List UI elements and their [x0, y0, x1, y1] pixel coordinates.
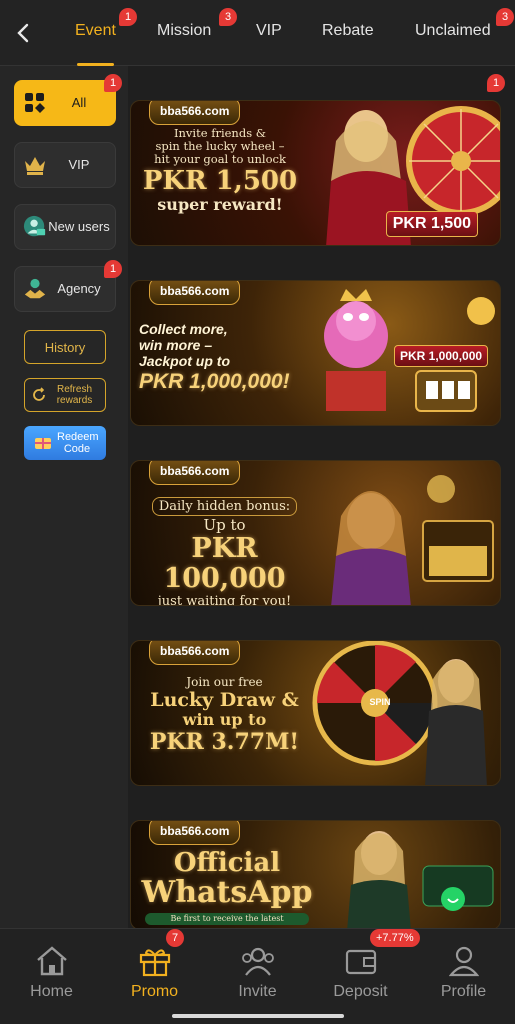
- back-button[interactable]: [10, 20, 36, 46]
- history-button[interactable]: History: [24, 330, 106, 364]
- banner-copy: Join our free Lucky Draw & win up to PKR…: [137, 675, 312, 755]
- banner-line: win more –: [139, 337, 213, 353]
- refresh-rewards-button[interactable]: Refresh rewards: [24, 378, 106, 412]
- top-navigation: Event 1 Mission 3 VIP Rebate Unclaimed 3: [0, 0, 515, 66]
- tab-mission[interactable]: Mission: [157, 22, 211, 66]
- banner-line: WhatsApp: [141, 875, 313, 910]
- banner-line: hit your goal to unlock: [154, 152, 286, 166]
- reward-tag: PKR 1,500: [385, 211, 478, 237]
- sidebar-item-all[interactable]: All: [14, 80, 116, 126]
- spin-label: SPIN: [369, 697, 391, 707]
- promo-page: Event 1 Mission 3 VIP Rebate Unclaimed 3…: [0, 0, 515, 1024]
- banner-line: Lucky Draw &: [150, 689, 299, 711]
- promo-banner-jackpot[interactable]: bba566.com Collect more, win more – Jack…: [130, 280, 501, 426]
- brand-logo: bba566.com: [149, 281, 241, 305]
- banner-line: Official: [173, 848, 281, 878]
- gift-card-icon: [35, 438, 51, 449]
- sidebar-item-label: VIP: [68, 157, 90, 172]
- tab-label: VIP: [256, 22, 282, 39]
- banner-amount: PKR 3.77M!: [149, 729, 300, 755]
- tab-vip[interactable]: VIP: [256, 22, 282, 66]
- banner-amount: PKR 1,000,000!: [139, 370, 290, 393]
- sidebar-item-label: All: [71, 95, 87, 110]
- nav-home[interactable]: Home: [0, 929, 103, 1009]
- agency-icon: [23, 277, 47, 301]
- reward-tag: PKR 1,000,000: [394, 345, 489, 367]
- tab-label: Mission: [157, 22, 212, 39]
- banner-illustration: [312, 641, 487, 785]
- sidebar-item-label: New users: [48, 219, 110, 234]
- banner-copy: Collect more, win more – Jackpot up to P…: [139, 321, 314, 395]
- banner-illustration: [347, 831, 494, 929]
- tab-mission-badge: 3: [219, 8, 237, 26]
- banner-line: Up to: [203, 516, 246, 534]
- redeem-label: Redeem Code: [57, 431, 99, 455]
- banner-badge: 1: [487, 74, 505, 92]
- banner-amount: PKR 1,500: [142, 166, 298, 196]
- banner-line: win up to: [182, 710, 267, 729]
- tab-label: Rebate: [322, 22, 374, 39]
- banner-line: Jackpot up to: [139, 353, 231, 369]
- chevron-left-icon: [17, 23, 29, 43]
- grid-icon: [23, 91, 47, 115]
- nav-promo[interactable]: Promo: [103, 929, 206, 1009]
- nav-label: Deposit: [333, 983, 388, 1000]
- brand-logo: bba566.com: [149, 821, 241, 845]
- wallet-icon: [343, 943, 379, 979]
- promo-banner-whatsapp[interactable]: bba566.com Official WhatsApp Be first to…: [130, 820, 501, 930]
- category-sidebar: All 1 VIP New users Agency 1 History Ref…: [0, 66, 128, 928]
- banner-line: Daily hidden bonus:: [151, 497, 298, 516]
- brand-logo: bba566.com: [149, 101, 241, 125]
- bottom-navigation: Home Promo 7 Invite Deposit +7.77% Profi…: [0, 928, 515, 1024]
- tab-unclaimed[interactable]: Unclaimed: [415, 22, 491, 66]
- sidebar-item-new-users[interactable]: New users: [14, 204, 116, 250]
- tab-event-badge: 1: [119, 8, 137, 26]
- banner-line: Join our free: [186, 675, 263, 689]
- tab-label: Event: [75, 22, 116, 39]
- banner-line: Be first to receive the latest: [145, 913, 309, 925]
- nav-promo-badge: 7: [166, 929, 184, 947]
- banner-copy: Daily hidden bonus: Up to PKR 100,000 ju…: [137, 497, 312, 606]
- tab-unclaimed-badge: 3: [496, 8, 514, 26]
- banner-line: super reward!: [157, 195, 283, 214]
- home-indicator[interactable]: [172, 1014, 344, 1018]
- sidebar-item-vip[interactable]: VIP: [14, 142, 116, 188]
- refresh-icon: [32, 387, 45, 401]
- banner-copy: Invite friends & spin the lucky wheel – …: [135, 127, 305, 214]
- brand-logo: bba566.com: [149, 461, 241, 485]
- new-user-icon: [23, 215, 47, 239]
- promo-banner-invite-friends[interactable]: bba566.com Invite friends & spin the luc…: [130, 100, 501, 246]
- promo-banner-daily-bonus[interactable]: bba566.com Daily hidden bonus: Up to PKR…: [130, 460, 501, 606]
- sidebar-all-badge: 1: [104, 74, 122, 92]
- sidebar-item-label: Agency: [57, 281, 101, 296]
- nav-profile[interactable]: Profile: [412, 929, 515, 1009]
- tab-rebate[interactable]: Rebate: [322, 22, 374, 66]
- banner-copy: Official WhatsApp Be first to receive th…: [137, 849, 317, 925]
- redeem-code-button[interactable]: Redeem Code: [24, 426, 106, 460]
- sidebar-agency-badge: 1: [104, 260, 122, 278]
- profile-icon: [446, 943, 482, 979]
- banner-illustration: [331, 475, 494, 605]
- sidebar-item-agency[interactable]: Agency: [14, 266, 116, 312]
- gift-icon: [137, 943, 173, 979]
- brand-logo: bba566.com: [149, 641, 241, 665]
- nav-label: Home: [30, 983, 73, 1000]
- invite-icon: [240, 943, 276, 979]
- banner-line: Collect more,: [139, 321, 228, 337]
- nav-label: Promo: [130, 983, 179, 1000]
- refresh-label: Refresh rewards: [56, 384, 93, 406]
- banner-line: just waiting for you!: [157, 594, 292, 606]
- home-icon: [34, 943, 70, 979]
- nav-invite[interactable]: Invite: [206, 929, 309, 1009]
- crown-icon: [23, 153, 47, 177]
- nav-label: Invite: [238, 983, 277, 1000]
- nav-label: Profile: [440, 983, 487, 1000]
- history-label: History: [44, 339, 86, 355]
- tab-label: Unclaimed: [415, 22, 491, 39]
- promo-banner-lucky-draw[interactable]: bba566.com Join our free Lucky Draw & wi…: [130, 640, 501, 786]
- tab-event[interactable]: Event: [75, 22, 116, 66]
- banner-amount: PKR 100,000: [163, 533, 286, 594]
